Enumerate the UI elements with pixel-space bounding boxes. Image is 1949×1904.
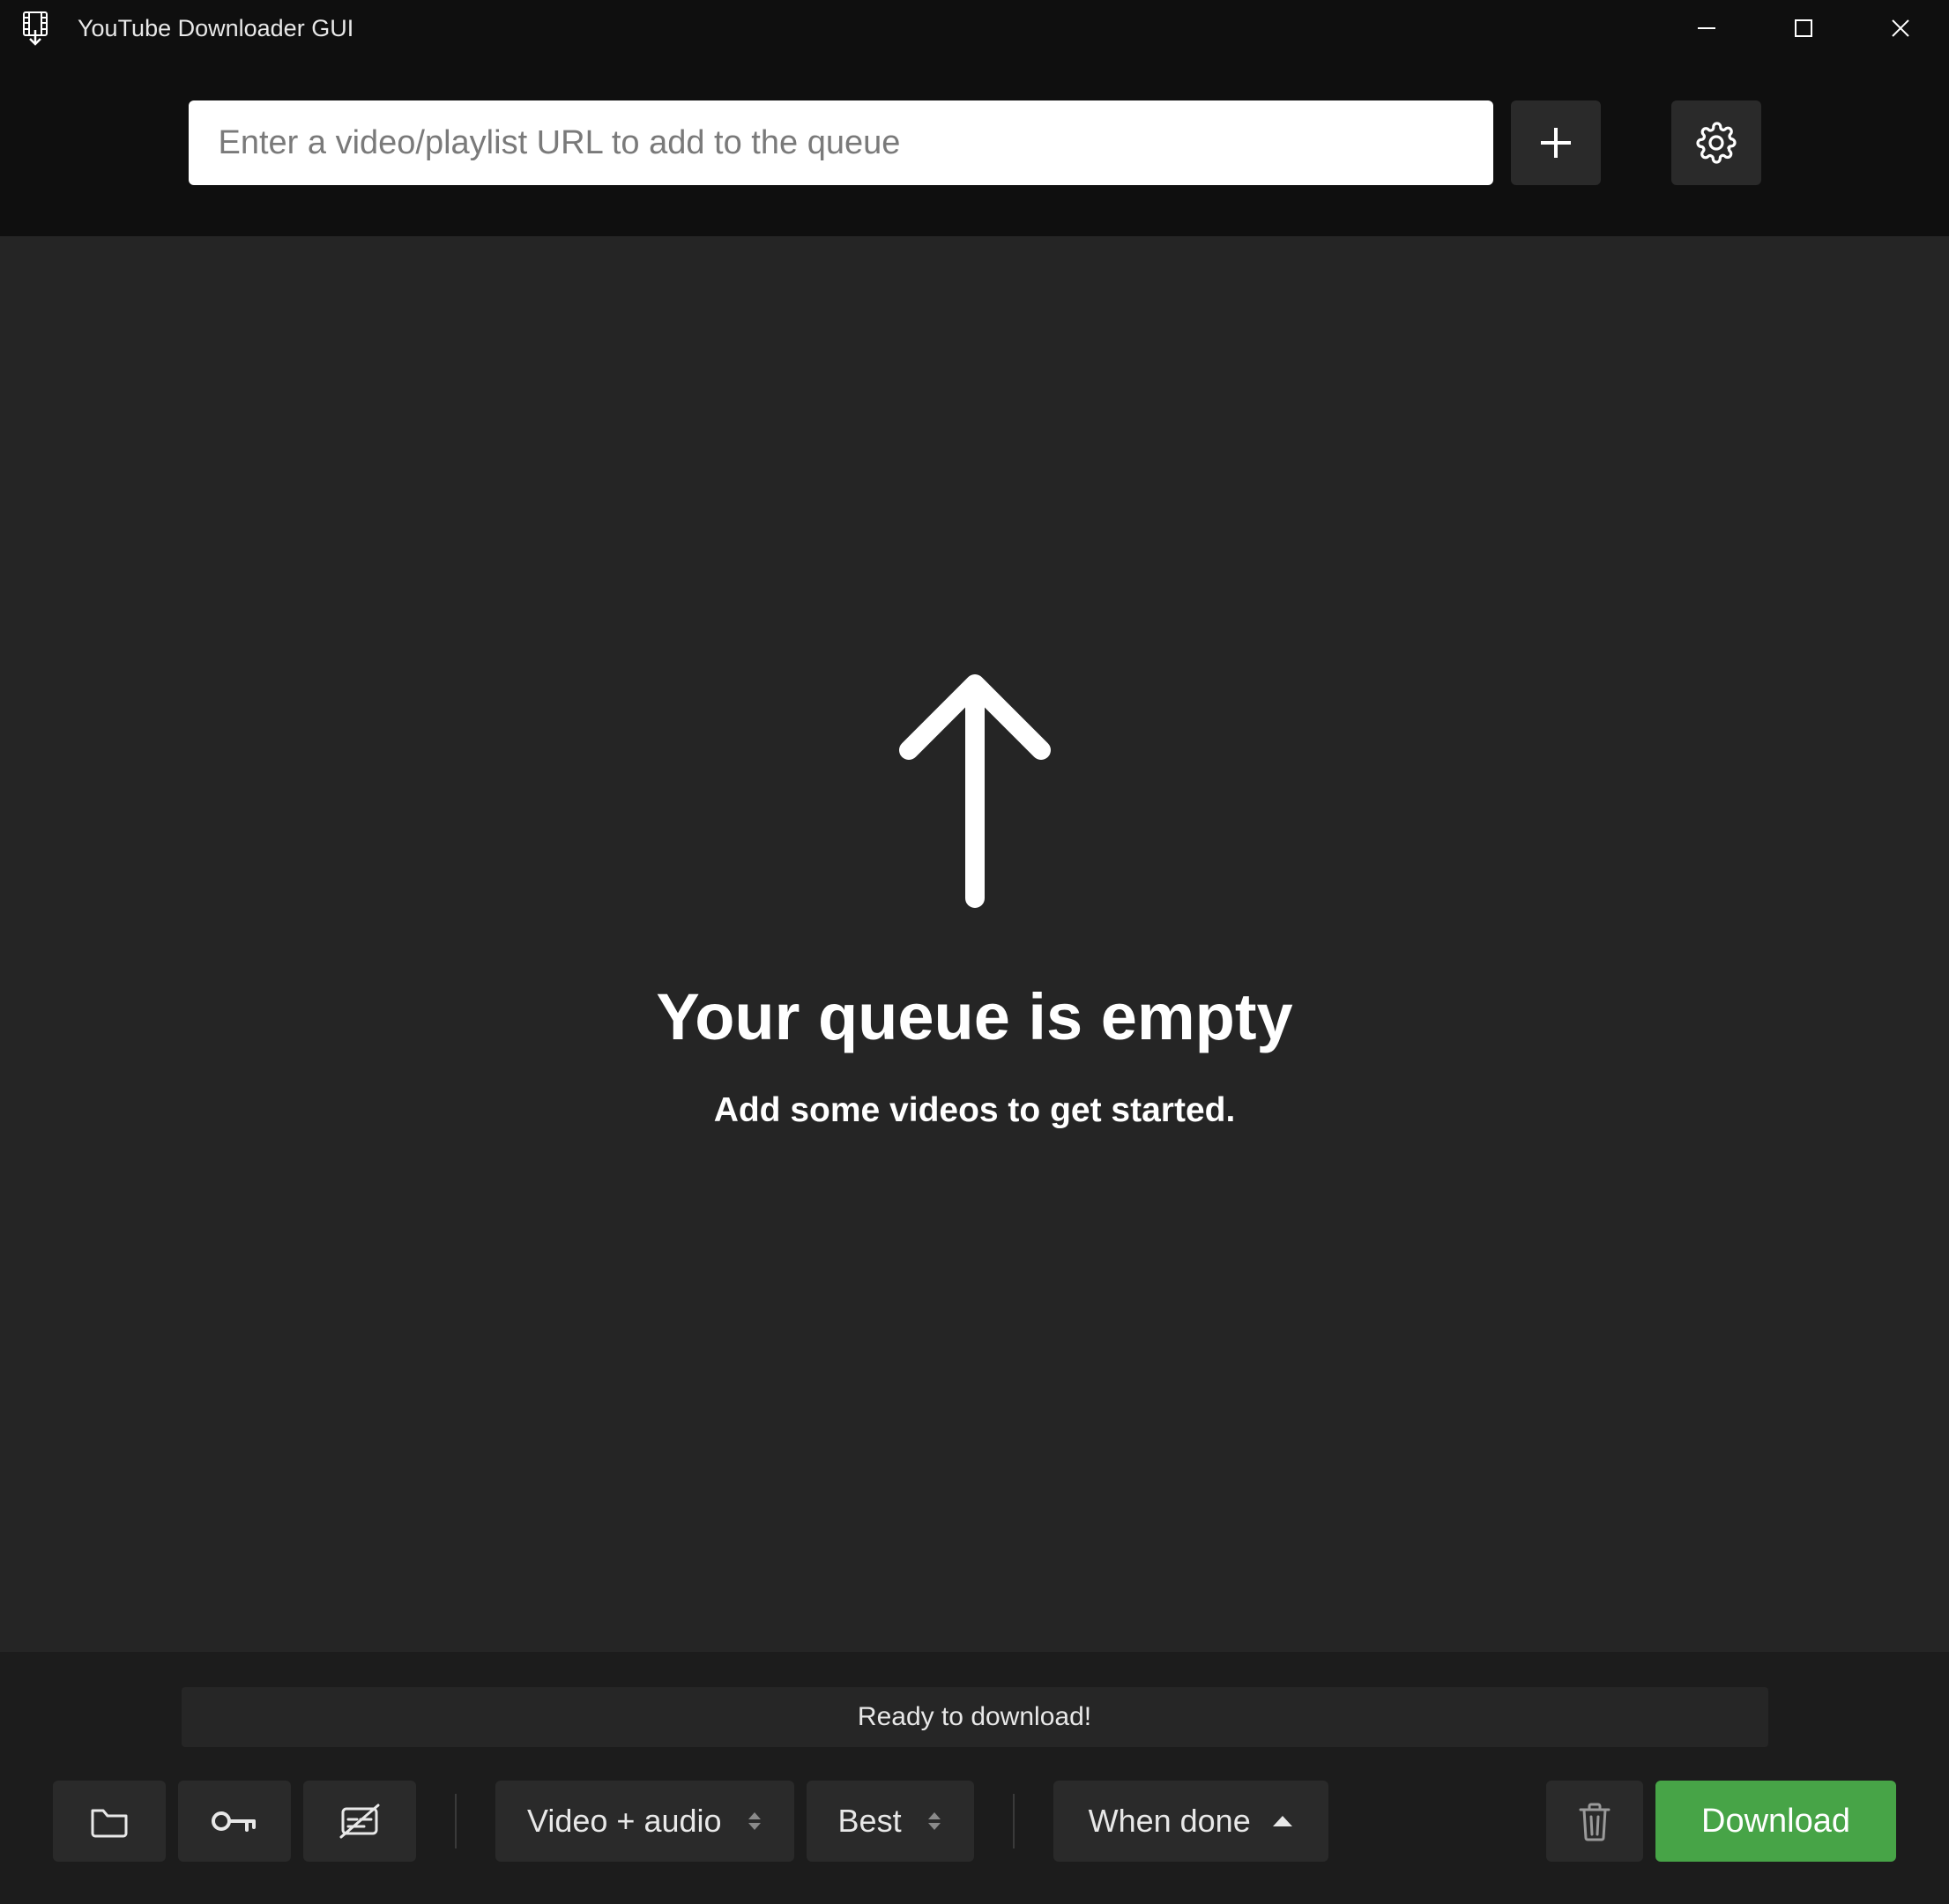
- close-icon: [1889, 17, 1912, 40]
- titlebar: YouTube Downloader GUI: [0, 0, 1949, 56]
- subtitles-off-icon: [338, 1802, 382, 1841]
- quality-select[interactable]: Best: [807, 1781, 974, 1862]
- app-window: YouTube Downloader GUI: [0, 0, 1949, 1904]
- arrow-up-icon: [891, 662, 1059, 909]
- sort-arrows-icon: [926, 1811, 942, 1831]
- separator: [455, 1794, 457, 1848]
- empty-title: Your queue is empty: [656, 979, 1292, 1054]
- subtitles-off-button[interactable]: [303, 1781, 416, 1862]
- maximize-button[interactable]: [1755, 0, 1852, 56]
- open-folder-button[interactable]: [53, 1781, 166, 1862]
- window-controls: [1658, 0, 1949, 56]
- auth-key-button[interactable]: [178, 1781, 291, 1862]
- minimize-button[interactable]: [1658, 0, 1755, 56]
- minimize-icon: [1695, 17, 1718, 40]
- url-input-container: [189, 100, 1493, 185]
- clear-queue-button[interactable]: [1546, 1781, 1643, 1862]
- bottom-bar: Ready to download!: [0, 1652, 1949, 1904]
- sort-arrows-icon: [747, 1811, 762, 1831]
- film-download-icon: [21, 12, 53, 44]
- queue-area: Your queue is empty Add some videos to g…: [0, 236, 1949, 1652]
- status-bar: Ready to download!: [182, 1687, 1768, 1747]
- settings-button[interactable]: [1671, 100, 1761, 185]
- download-button-label: Download: [1701, 1803, 1850, 1841]
- empty-subtitle: Add some videos to get started.: [714, 1091, 1236, 1130]
- trash-icon: [1577, 1801, 1612, 1841]
- when-done-select[interactable]: When done: [1053, 1781, 1328, 1862]
- bottom-row: Video + audio Best When done: [53, 1781, 1896, 1862]
- format-select[interactable]: Video + audio: [495, 1781, 794, 1862]
- quality-select-label: Best: [838, 1803, 902, 1840]
- separator: [1013, 1794, 1015, 1848]
- close-button[interactable]: [1852, 0, 1949, 56]
- format-select-label: Video + audio: [527, 1803, 722, 1840]
- add-button[interactable]: [1511, 100, 1601, 185]
- gear-icon: [1695, 122, 1737, 164]
- window-title: YouTube Downloader GUI: [78, 15, 353, 42]
- when-done-label: When done: [1089, 1803, 1251, 1840]
- folder-icon: [89, 1804, 130, 1839]
- status-text: Ready to download!: [858, 1702, 1091, 1732]
- topbar: [0, 56, 1949, 236]
- maximize-icon: [1793, 18, 1814, 39]
- download-button[interactable]: Download: [1655, 1781, 1896, 1862]
- url-input[interactable]: [189, 100, 1493, 185]
- key-icon: [210, 1807, 259, 1835]
- plus-icon: [1536, 123, 1576, 163]
- caret-up-icon: [1272, 1815, 1293, 1827]
